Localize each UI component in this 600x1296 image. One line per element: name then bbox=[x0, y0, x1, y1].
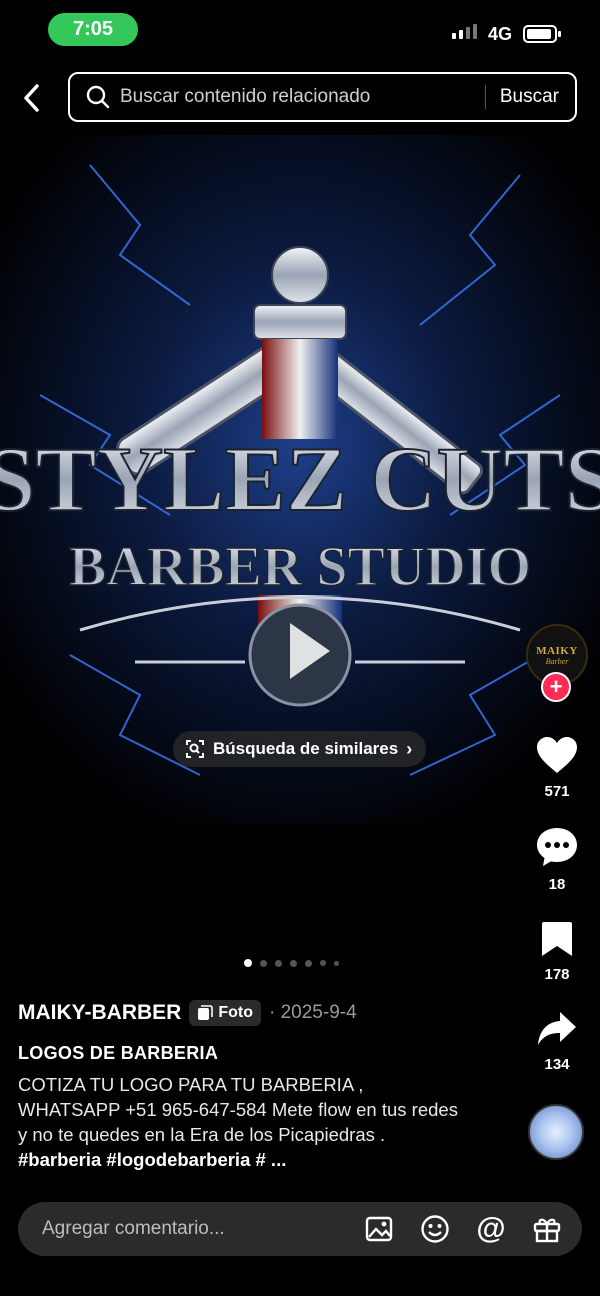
carousel-dot bbox=[305, 959, 312, 967]
post-image[interactable]: STYLEZ CUTS BARBER STUDIO bbox=[0, 135, 600, 825]
like-count: 571 bbox=[544, 783, 570, 800]
search-icon bbox=[86, 85, 110, 109]
comment-input[interactable]: Agregar comentario... bbox=[42, 1218, 362, 1240]
bookmark-icon bbox=[542, 922, 572, 956]
chevron-left-icon bbox=[24, 84, 39, 112]
post-type-label: Foto bbox=[218, 1004, 253, 1021]
share-icon bbox=[538, 1012, 576, 1045]
author-name[interactable]: MAIKY-BARBER bbox=[18, 1001, 181, 1025]
barber-logo-image: STYLEZ CUTS BARBER STUDIO bbox=[0, 135, 600, 825]
chevron-right-icon: › bbox=[406, 738, 413, 759]
mention-icon[interactable]: @ bbox=[474, 1212, 508, 1246]
logo-subtitle: BARBER STUDIO bbox=[69, 536, 531, 598]
network-label: 4G bbox=[488, 24, 513, 44]
status-time: 7:05 bbox=[48, 13, 138, 46]
emoji-icon[interactable] bbox=[418, 1212, 452, 1246]
follow-button[interactable]: + bbox=[541, 672, 571, 702]
heart-icon bbox=[537, 737, 577, 773]
carousel-dot bbox=[290, 959, 297, 967]
hashtags[interactable]: #barberia #logodebarberia # ... bbox=[18, 1149, 286, 1170]
search-divider bbox=[484, 85, 486, 109]
gift-icon[interactable] bbox=[530, 1212, 564, 1246]
post-date: · 2025-9-4 bbox=[269, 1002, 357, 1023]
carousel-dot bbox=[275, 959, 282, 967]
description-text: COTIZA TU LOGO PARA TU BARBERIA , WHATSA… bbox=[18, 1074, 458, 1145]
share-count: 134 bbox=[544, 1056, 570, 1073]
share-button[interactable]: 134 bbox=[526, 1010, 588, 1073]
post-title: LOGOS DE BARBERIA bbox=[18, 1043, 219, 1063]
bookmark-button[interactable]: 178 bbox=[526, 920, 588, 983]
author-avatar[interactable]: MAIKY Barber + bbox=[526, 624, 588, 702]
search-button[interactable]: Buscar bbox=[500, 86, 559, 108]
comment-icon bbox=[537, 828, 577, 866]
avatar-logo-text: MAIKY bbox=[536, 644, 578, 657]
logo-title: STYLEZ CUTS bbox=[0, 428, 600, 530]
image-icon[interactable] bbox=[362, 1212, 396, 1246]
sound-disc[interactable] bbox=[528, 1104, 584, 1160]
avatar-logo-subtext: Barber bbox=[545, 656, 569, 666]
similar-search-label: Búsqueda de similares bbox=[213, 739, 399, 758]
carousel-indicator bbox=[244, 959, 339, 967]
search-bar[interactable]: Buscar contenido relacionado Buscar bbox=[68, 72, 577, 122]
photo-icon bbox=[198, 1005, 214, 1020]
carousel-dot bbox=[320, 960, 326, 966]
comment-bar[interactable]: Agregar comentario... @ bbox=[18, 1202, 582, 1256]
post-description[interactable]: COTIZA TU LOGO PARA TU BARBERIA , WHATSA… bbox=[18, 1072, 458, 1172]
carousel-dot bbox=[260, 959, 267, 967]
comment-button[interactable]: 18 bbox=[526, 826, 588, 893]
similar-search-button[interactable]: Búsqueda de similares › bbox=[173, 731, 426, 767]
post-type-badge: Foto bbox=[189, 1000, 261, 1026]
back-button[interactable] bbox=[14, 80, 50, 116]
bookmark-count: 178 bbox=[544, 966, 570, 983]
comment-count: 18 bbox=[548, 876, 566, 893]
search-input[interactable]: Buscar contenido relacionado bbox=[120, 86, 485, 108]
signal-icon bbox=[452, 24, 477, 39]
image-search-icon bbox=[186, 740, 204, 758]
carousel-dot bbox=[244, 959, 252, 967]
author-row: MAIKY-BARBER Foto · 2025-9-4 bbox=[18, 1000, 357, 1026]
carousel-dot bbox=[334, 960, 339, 966]
status-bar: 7:05 4G bbox=[0, 0, 600, 60]
battery-icon bbox=[523, 25, 561, 43]
like-button[interactable]: 571 bbox=[526, 735, 588, 800]
